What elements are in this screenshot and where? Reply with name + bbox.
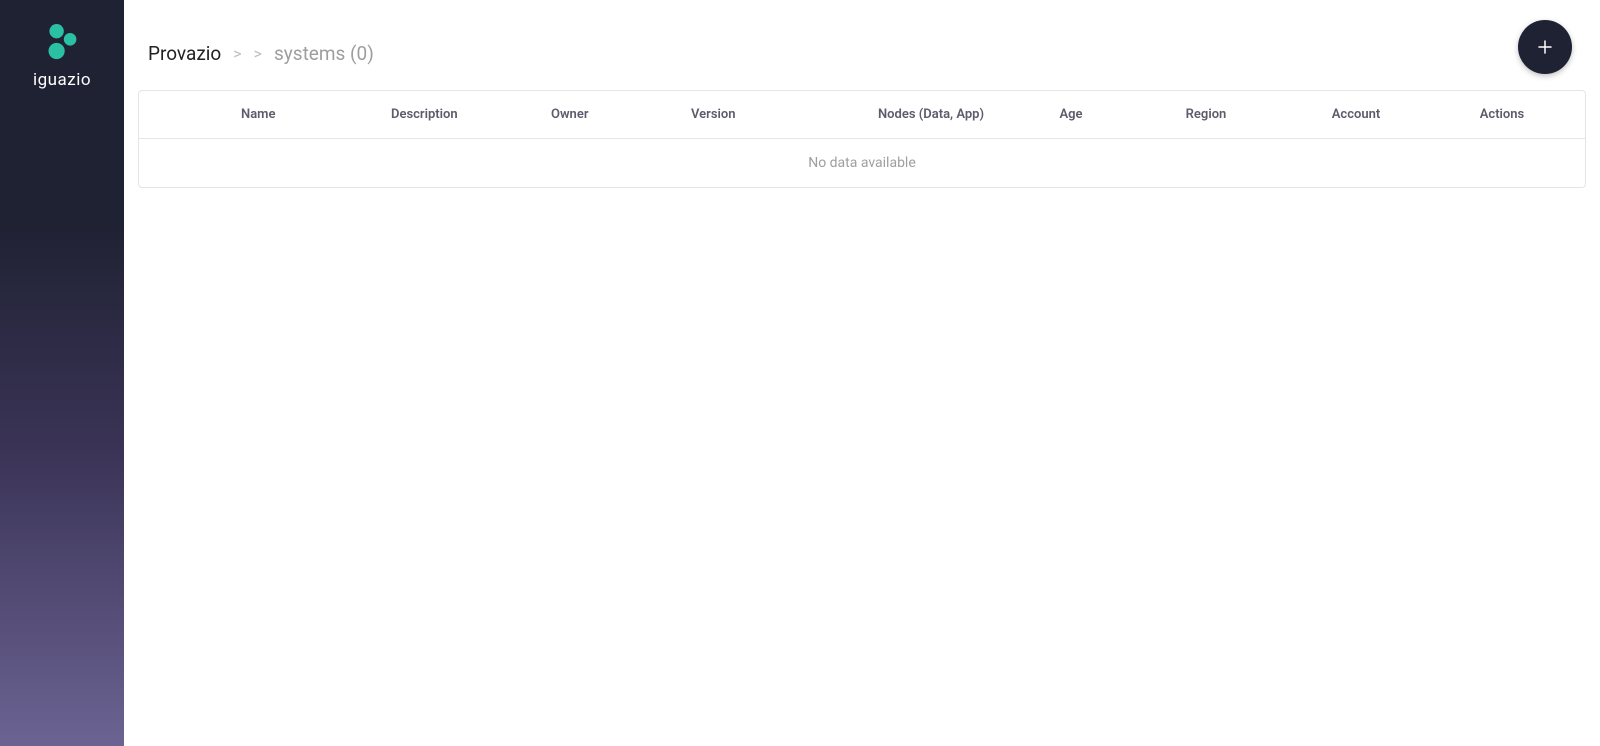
main-content: Provazio > > systems (0) Name Descriptio…: [124, 0, 1600, 746]
column-header-nodes[interactable]: Nodes (Data, App): [851, 107, 1011, 122]
table-empty-message: No data available: [139, 139, 1585, 187]
column-header-owner[interactable]: Owner: [551, 107, 691, 122]
breadcrumb-current: systems (0): [274, 42, 374, 65]
chevron-right-icon: >: [233, 44, 241, 63]
content-area: Name Description Owner Version Nodes (Da…: [124, 80, 1600, 188]
brand-logo[interactable]: iguazio: [33, 22, 91, 90]
brand-name: iguazio: [33, 70, 91, 90]
sidebar: iguazio: [0, 0, 124, 746]
page-header: Provazio > > systems (0): [124, 0, 1600, 80]
column-header-actions[interactable]: Actions: [1431, 107, 1573, 122]
table-header-row: Name Description Owner Version Nodes (Da…: [139, 91, 1585, 139]
chevron-right-icon: >: [254, 44, 262, 63]
column-header-age[interactable]: Age: [1011, 107, 1131, 122]
iguazio-logo-icon: [44, 22, 80, 62]
column-header-description[interactable]: Description: [391, 107, 551, 122]
breadcrumb-root[interactable]: Provazio: [148, 42, 221, 65]
add-button[interactable]: [1518, 20, 1572, 74]
column-header-name[interactable]: Name: [241, 107, 391, 122]
breadcrumb: Provazio > > systems (0): [148, 42, 374, 65]
column-header-region[interactable]: Region: [1131, 107, 1281, 122]
column-header-version[interactable]: Version: [691, 107, 851, 122]
plus-icon: [1536, 38, 1554, 56]
column-header-account[interactable]: Account: [1281, 107, 1431, 122]
systems-table: Name Description Owner Version Nodes (Da…: [138, 90, 1586, 188]
